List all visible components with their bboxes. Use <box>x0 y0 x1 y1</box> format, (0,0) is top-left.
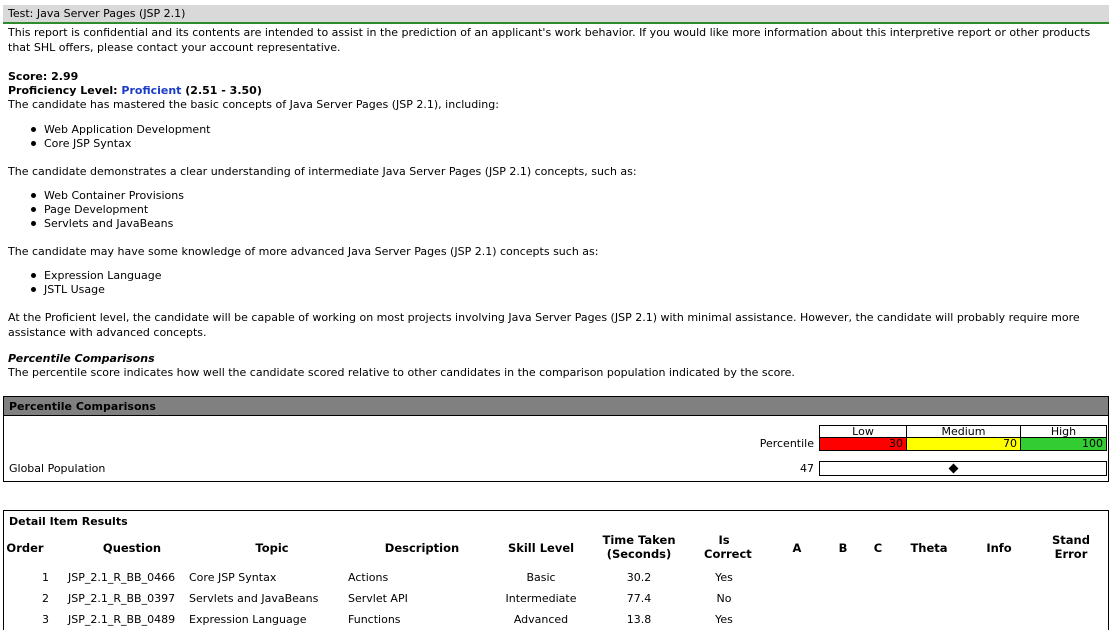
report-frame: Test: Java Server Pages (JSP 2.1) This r… <box>0 0 1110 630</box>
percentile-box-header: Percentile Comparisons <box>4 397 1108 416</box>
intro-text: This report is confidential and its cont… <box>8 26 1091 54</box>
detail-heading: Detail Item Results <box>9 515 128 528</box>
cell-order: 3 <box>42 613 49 626</box>
cell-skill: Intermediate <box>505 592 577 605</box>
cell-topic: Expression Language <box>189 613 307 626</box>
col-info: Info <box>986 541 1012 555</box>
cell-description: Actions <box>348 571 389 584</box>
cell-topic: Servlets and JavaBeans <box>189 592 319 605</box>
col-theta: Theta <box>910 541 948 555</box>
score-label: Score: 2.99 <box>8 70 79 83</box>
diamond-icon <box>948 463 959 474</box>
report-title: Test: Java Server Pages (JSP 2.1) <box>3 5 1109 22</box>
list-item: Servlets and JavaBeans <box>31 217 184 231</box>
intermediate-text: The candidate demonstrates a clear under… <box>8 165 637 178</box>
proficiency-prefix: Proficiency Level: <box>8 84 122 97</box>
list-item: Page Development <box>31 203 184 217</box>
cell-time: 77.4 <box>626 592 652 605</box>
cell-correct: Yes <box>715 613 733 626</box>
cell-correct: No <box>716 592 732 605</box>
col-a: A <box>792 541 802 555</box>
population-label: Global Population <box>9 462 106 475</box>
band-bar-high: 100 <box>1020 437 1107 451</box>
col-c: C <box>873 541 883 555</box>
list-item: Expression Language <box>31 269 162 282</box>
proficiency-level: Proficient <box>121 84 182 97</box>
cell-topic: Core JSP Syntax <box>189 571 277 584</box>
col-b: B <box>838 541 848 555</box>
cell-description: Functions <box>348 613 401 626</box>
list-item: Web Container Provisions <box>31 189 184 202</box>
advanced-list: Expression Language JSTL Usage <box>31 269 162 297</box>
title-underline <box>3 22 1109 24</box>
col-order: Order <box>6 541 44 555</box>
mastered-text: The candidate has mastered the basic con… <box>8 98 499 111</box>
col-time-taken: Time Taken (Seconds) <box>602 533 676 561</box>
percentile-row-label: Percentile <box>759 437 814 450</box>
list-item: Core JSP Syntax <box>31 137 211 151</box>
col-is-correct: Is Correct <box>704 533 752 561</box>
col-topic: Topic <box>255 541 289 555</box>
percentile-heading: Percentile Comparisons <box>8 352 155 365</box>
cell-question: JSP_2.1_R_BB_0489 <box>68 613 176 626</box>
cell-question: JSP_2.1_R_BB_0397 <box>68 592 176 605</box>
population-marker-track <box>819 461 1107 476</box>
cell-question: JSP_2.1_R_BB_0466 <box>68 571 176 584</box>
cell-correct: Yes <box>715 571 733 584</box>
cell-order: 1 <box>42 571 49 584</box>
cell-time: 13.8 <box>626 613 652 626</box>
advanced-text: The candidate may have some knowledge of… <box>8 245 599 258</box>
cell-order: 2 <box>42 592 49 605</box>
col-question: Question <box>102 541 162 555</box>
percentile-desc: The percentile score indicates how well … <box>8 366 795 379</box>
percentile-box: Percentile Comparisons Low Medium High P… <box>3 396 1109 482</box>
detail-box: Detail Item Results Order Question Topic… <box>3 510 1109 630</box>
summary-text: At the Proficient level, the candidate w… <box>8 311 1080 339</box>
proficiency-range: (2.51 - 3.50) <box>181 84 262 97</box>
col-stand-error: Stand Error <box>1052 533 1090 561</box>
cell-description: Servlet API <box>348 592 408 605</box>
list-item: JSTL Usage <box>31 283 162 297</box>
proficiency-line: Proficiency Level: Proficient (2.51 - 3.… <box>8 83 1106 98</box>
intermediate-list: Web Container Provisions Page Developmen… <box>31 189 184 231</box>
cell-skill: Advanced <box>513 613 569 626</box>
band-bar-low: 30 <box>819 437 907 451</box>
population-value: 47 <box>800 462 814 475</box>
band-bar-medium: 70 <box>906 437 1021 451</box>
col-description: Description <box>384 541 460 555</box>
cell-time: 30.2 <box>626 571 652 584</box>
mastered-list: Web Application Development Core JSP Syn… <box>31 123 211 151</box>
col-skill-level: Skill Level <box>507 541 575 555</box>
list-item: Web Application Development <box>31 123 211 136</box>
cell-skill: Basic <box>526 571 556 584</box>
